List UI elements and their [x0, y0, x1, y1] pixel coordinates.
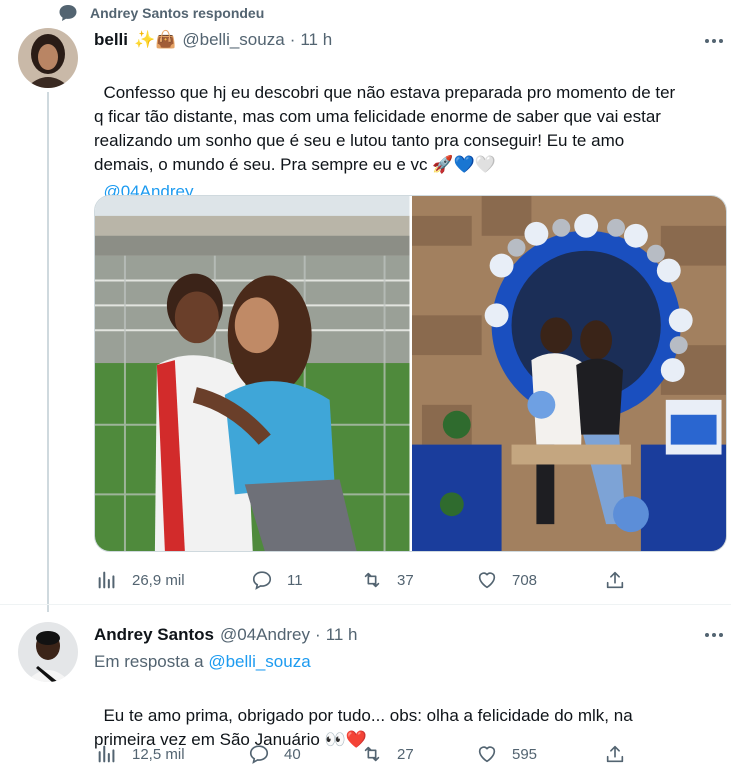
- reply-icon: [249, 745, 269, 764]
- avatar-andrey[interactable]: [18, 622, 78, 682]
- like-button[interactable]: 595: [476, 743, 537, 765]
- photo-party[interactable]: [411, 196, 726, 551]
- more-options-icon[interactable]: [702, 625, 726, 645]
- analytics-icon: [98, 745, 115, 763]
- tweet-divider: [0, 604, 731, 605]
- share-icon: [606, 745, 624, 763]
- reply-to-handle[interactable]: @belli_souza: [208, 652, 310, 671]
- reply-count: 11: [287, 571, 303, 589]
- display-name[interactable]: Andrey Santos: [94, 625, 214, 645]
- reply-count: 40: [284, 745, 301, 763]
- timestamp[interactable]: 11 h: [300, 30, 332, 50]
- reply-icon: [252, 571, 272, 590]
- like-count: 595: [512, 745, 538, 763]
- heart-icon: [478, 572, 496, 589]
- reply-button[interactable]: 11: [251, 569, 303, 591]
- social-context-text: Andrey Santos respondeu: [90, 5, 265, 21]
- tweet-text: Eu te amo prima, obrigado por tudo... ob…: [94, 680, 724, 752]
- retweet-icon: [364, 746, 380, 762]
- retweet-button[interactable]: 37: [361, 569, 414, 591]
- media-grid[interactable]: [94, 195, 727, 552]
- separator-dot: ·: [315, 625, 321, 644]
- like-count: 708: [512, 571, 538, 589]
- heart-icon: [478, 746, 496, 763]
- separator-dot: ·: [289, 30, 296, 49]
- retweet-count: 27: [397, 745, 414, 763]
- retweet-icon: [364, 572, 380, 588]
- tweet-header: belli ✨👜 @belli_souza · 11 h: [94, 30, 332, 50]
- views-count: 26,9 mil: [132, 571, 185, 589]
- thread-line: [47, 92, 49, 612]
- like-button[interactable]: 708: [476, 569, 537, 591]
- display-name[interactable]: belli: [94, 30, 128, 50]
- speech-bubble-icon: [59, 5, 77, 21]
- social-context: Andrey Santos respondeu: [58, 4, 264, 22]
- share-button[interactable]: [604, 569, 640, 591]
- user-handle[interactable]: @04Andrey: [220, 625, 310, 645]
- share-icon: [606, 571, 624, 589]
- timestamp[interactable]: 11 h: [326, 625, 358, 645]
- avatar-belli[interactable]: [18, 28, 78, 88]
- reply-to-label: Em resposta a: [94, 652, 204, 671]
- tweet-header: Andrey Santos @04Andrey · 11 h: [94, 625, 358, 645]
- retweet-button[interactable]: 27: [361, 743, 414, 765]
- views-button[interactable]: 26,9 mil: [96, 569, 185, 591]
- share-button[interactable]: [604, 743, 640, 765]
- retweet-count: 37: [397, 571, 414, 589]
- reply-context: Em resposta a @belli_souza: [94, 652, 311, 672]
- more-options-icon[interactable]: [702, 31, 726, 51]
- user-handle[interactable]: @belli_souza: [182, 30, 284, 50]
- analytics-icon: [98, 571, 115, 589]
- reply-button[interactable]: 40: [248, 743, 301, 765]
- name-emoji: ✨👜: [134, 30, 177, 49]
- photo-stadium[interactable]: [95, 196, 410, 551]
- views-button[interactable]: 12,5 mil: [96, 743, 185, 765]
- views-count: 12,5 mil: [132, 745, 185, 763]
